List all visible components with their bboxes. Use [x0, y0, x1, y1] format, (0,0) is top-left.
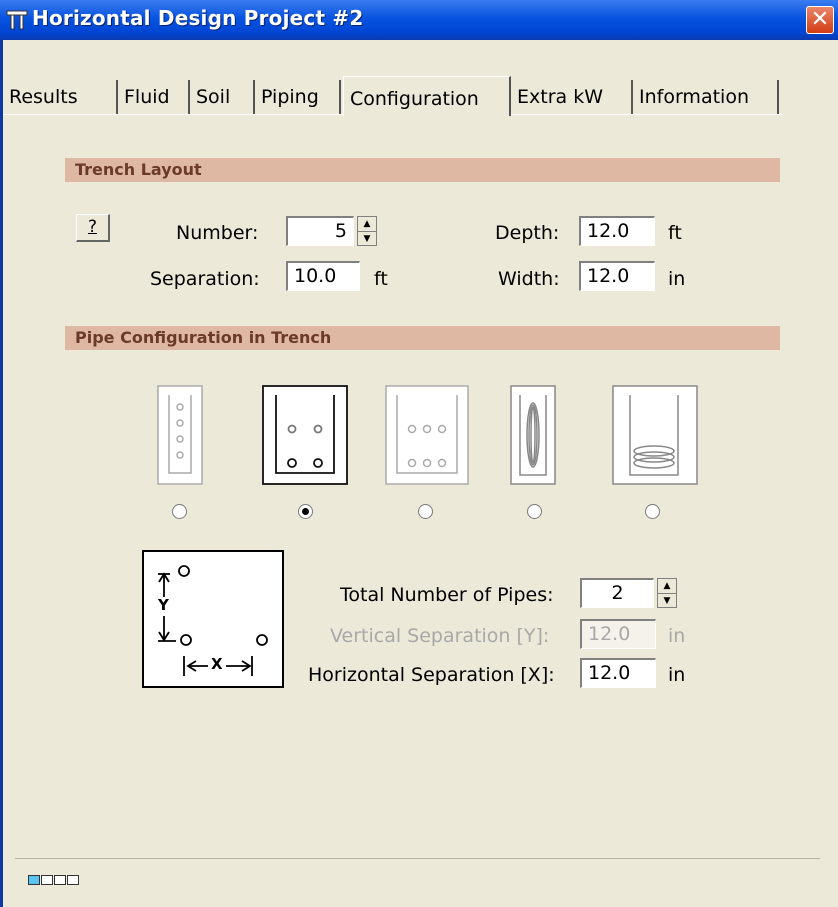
tab-extra-kw[interactable]: Extra kW: [511, 80, 633, 114]
spin-up-icon[interactable]: ▲: [658, 579, 676, 594]
total-pipes-spinner[interactable]: ▲ ▼: [657, 578, 677, 608]
separation-label: Separation:: [150, 268, 260, 290]
tab-configuration[interactable]: Configuration: [343, 76, 511, 116]
diagram-x-label: X: [211, 655, 223, 673]
width-unit: in: [668, 268, 686, 290]
config-horizontal-slinky-icon[interactable]: [612, 385, 698, 485]
window-title: Horizontal Design Project #2: [32, 6, 364, 30]
depth-input[interactable]: 12.0: [579, 216, 655, 246]
diagram-y-label: Y: [158, 596, 169, 614]
pipe-config-header: Pipe Configuration in Trench: [65, 326, 780, 350]
separation-input[interactable]: 10.0: [286, 261, 360, 291]
width-label: Width:: [498, 268, 560, 290]
horizontal-separation-input[interactable]: 12.0: [580, 658, 656, 688]
pipe-spacing-diagram: Y X: [142, 550, 284, 688]
vertical-separation-input[interactable]: 12.0: [580, 619, 656, 649]
config-three-by-two-icon[interactable]: [385, 385, 469, 485]
horizontal-separation-label: Horizontal Separation [X]:: [308, 664, 555, 686]
tab-soil[interactable]: Soil: [190, 80, 255, 114]
spin-down-icon[interactable]: ▼: [358, 232, 376, 246]
horizontal-separation-unit: in: [668, 664, 686, 686]
tab-piping[interactable]: Piping: [255, 80, 341, 114]
config-vertical-stack-icon[interactable]: [157, 385, 203, 485]
config-radio-4[interactable]: [527, 504, 542, 519]
depth-unit: ft: [668, 222, 682, 244]
total-pipes-input[interactable]: 2: [580, 578, 654, 608]
separation-unit: ft: [374, 268, 388, 290]
status-progress-icon: [28, 870, 80, 885]
depth-label: Depth:: [495, 222, 560, 244]
number-label: Number:: [176, 222, 259, 244]
tab-information[interactable]: Information: [633, 80, 779, 114]
config-two-by-two-icon[interactable]: [262, 385, 348, 485]
config-radio-5[interactable]: [645, 504, 660, 519]
config-radio-1[interactable]: [172, 504, 187, 519]
help-button[interactable]: ?: [76, 214, 110, 242]
number-spinner[interactable]: ▲ ▼: [357, 216, 377, 246]
tab-results[interactable]: Results: [3, 80, 118, 114]
spin-down-icon[interactable]: ▼: [658, 594, 676, 608]
config-radio-2[interactable]: [298, 504, 313, 519]
close-button[interactable]: ✕: [806, 6, 834, 34]
status-divider: [15, 858, 820, 859]
vertical-separation-unit: in: [668, 625, 686, 647]
width-input[interactable]: 12.0: [579, 261, 655, 291]
title-bar[interactable]: Horizontal Design Project #2 ✕: [0, 0, 838, 40]
app-icon: [6, 10, 28, 30]
vertical-separation-label: Vertical Separation [Y]:: [330, 625, 550, 647]
trench-layout-header: Trench Layout: [65, 158, 780, 182]
config-vertical-slinky-icon[interactable]: [510, 385, 556, 485]
tab-fluid[interactable]: Fluid: [118, 80, 190, 114]
number-input[interactable]: 5: [286, 216, 354, 246]
spin-up-icon[interactable]: ▲: [358, 217, 376, 232]
total-pipes-label: Total Number of Pipes:: [340, 584, 554, 606]
config-radio-3[interactable]: [418, 504, 433, 519]
